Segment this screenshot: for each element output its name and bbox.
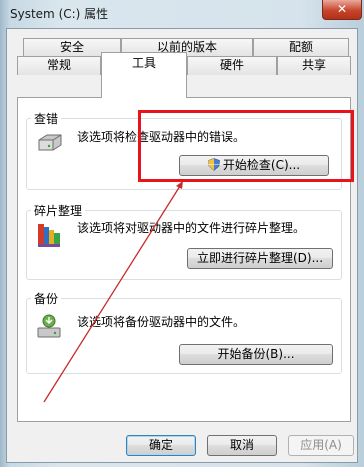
annotation-arrow	[43, 181, 183, 403]
